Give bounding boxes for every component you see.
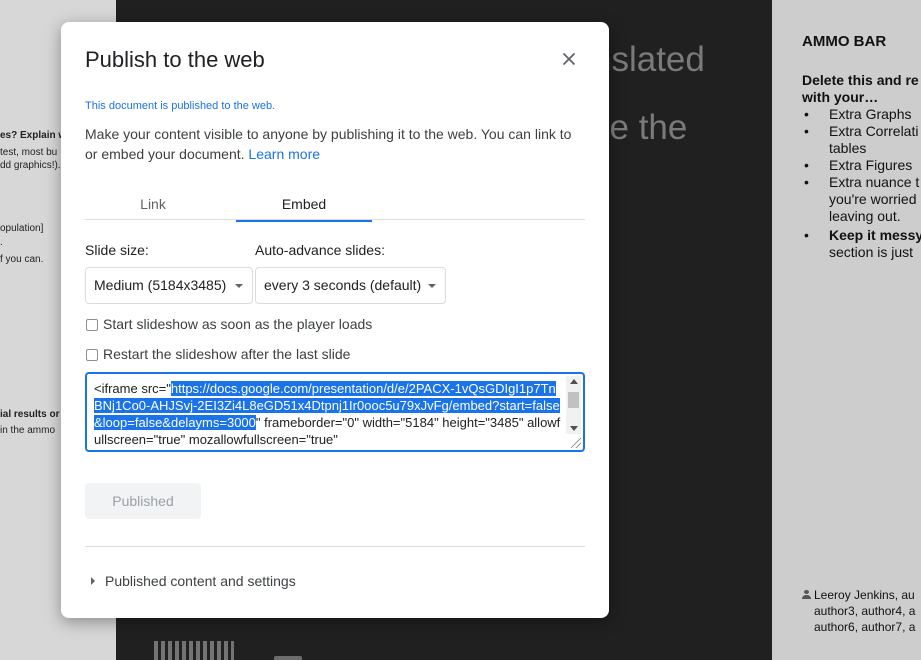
list-item: Extra Figures	[802, 157, 921, 174]
auto-advance-label: Auto-advance slides:	[255, 242, 385, 258]
close-icon	[562, 52, 576, 66]
tab-bar: Link Embed	[85, 192, 585, 222]
qr-code	[154, 641, 234, 660]
published-button[interactable]: Published	[85, 483, 201, 519]
list-item: Extra nuance tyou're worriedleaving out.	[802, 174, 921, 225]
list-item: Extra Graphs	[802, 106, 921, 123]
list-item-text: Extra nuance t	[829, 174, 920, 190]
doc-text-fragment: f you can.	[0, 254, 44, 265]
authors-line: author3, author4, a	[814, 604, 916, 618]
authors-line: author6, author7, a	[814, 620, 916, 634]
dialog-title: Publish to the web	[85, 47, 265, 72]
embed-code-content: <iframe src="https://docs.google.com/pre…	[94, 380, 562, 448]
heading-line: with your…	[802, 89, 879, 105]
divider	[85, 546, 585, 547]
list-item-text: section is just	[829, 244, 914, 260]
publish-dialog: Publish to the web This document is publ…	[61, 22, 609, 618]
slide-size-select[interactable]: Medium (5184x3485)	[85, 267, 253, 304]
tab-link[interactable]: Link	[85, 192, 221, 220]
start-slideshow-checkbox[interactable]	[86, 319, 98, 331]
doc-text-fragment: .	[0, 237, 3, 248]
select-value: every 3 seconds (default)	[264, 277, 422, 293]
doc-text-fragment: in the ammo	[0, 425, 56, 436]
doc-text-fragment: test, most bu	[0, 147, 58, 158]
checkbox-label: Start slideshow as soon as the player lo…	[103, 316, 373, 332]
dialog-description: Make your content visible to anyone by p…	[85, 124, 585, 164]
textarea-scrollbar[interactable]	[566, 376, 581, 434]
scroll-up-icon[interactable]	[570, 379, 578, 384]
expander-label: Published content and settings	[105, 573, 296, 589]
list-item: Extra Correlatitables	[802, 123, 921, 157]
start-slideshow-option[interactable]: Start slideshow as soon as the player lo…	[86, 315, 372, 333]
scrollbar-thumb[interactable]	[568, 392, 579, 408]
tab-embed[interactable]: Embed	[236, 192, 372, 222]
list-item: Keep it messysection is just	[802, 227, 921, 261]
doc-text-fragment: es? Explain w	[0, 130, 67, 141]
published-settings-expander[interactable]: Published content and settings	[91, 573, 296, 589]
ammo-bar-title: AMMO BAR	[802, 33, 887, 50]
published-status: This document is published to the web.	[85, 100, 276, 112]
close-button[interactable]	[557, 47, 581, 71]
doc-text-fragment: dd graphics!).	[0, 160, 61, 171]
list-item-text: Extra Graphs	[829, 106, 912, 122]
restart-slideshow-checkbox[interactable]	[86, 349, 98, 361]
auto-advance-select[interactable]: every 3 seconds (default)	[255, 267, 446, 304]
list-item-text: you're worried	[829, 191, 917, 207]
checkbox-label: Restart the slideshow after the last sli…	[103, 346, 351, 362]
select-value: Medium (5184x3485)	[94, 277, 227, 293]
list-item-text: leaving out.	[829, 208, 901, 224]
person-icon	[802, 590, 811, 599]
slide-size-label: Slide size:	[85, 242, 149, 258]
list-item-text: Keep it messy	[829, 227, 921, 243]
expand-triangle-icon	[91, 577, 95, 585]
dropdown-caret-icon	[428, 284, 436, 288]
list-item-text: Extra Figures	[829, 157, 913, 173]
restart-slideshow-option[interactable]: Restart the slideshow after the last sli…	[86, 345, 350, 363]
authors-line: Leeroy Jenkins, au	[814, 588, 915, 602]
dropdown-caret-icon	[235, 284, 243, 288]
ammo-bar-panel: AMMO BAR Delete this and re with your… E…	[772, 0, 921, 660]
doc-text-fragment: ial results or	[0, 409, 60, 420]
learn-more-link[interactable]: Learn more	[248, 146, 320, 162]
embed-code-prefix: <iframe src="	[94, 381, 171, 396]
ammo-bar-heading: Delete this and re with your…	[802, 72, 919, 106]
list-item-text: tables	[829, 140, 867, 156]
slide-decoration	[274, 656, 302, 660]
description-text: Make your content visible to anyone by p…	[85, 126, 572, 162]
ammo-bar-list: Extra Graphs Extra Correlatitables Extra…	[802, 106, 921, 261]
list-item-text: Extra Correlati	[829, 123, 919, 139]
scroll-down-icon[interactable]	[570, 426, 578, 431]
authors-block: Leeroy Jenkins, au author3, author4, a a…	[802, 587, 915, 635]
resize-grip-icon[interactable]	[571, 438, 581, 448]
embed-code-textarea[interactable]: <iframe src="https://docs.google.com/pre…	[85, 372, 585, 452]
doc-text-fragment: opulation]	[0, 223, 44, 234]
heading-line: Delete this and re	[802, 72, 919, 88]
